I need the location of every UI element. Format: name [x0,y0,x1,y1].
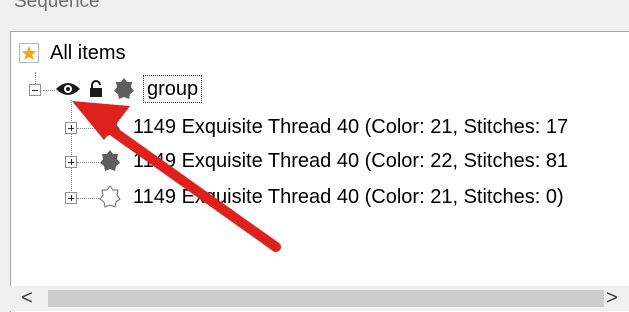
outline-shape-icon [99,185,121,209]
scroll-right-button[interactable]: > [599,286,625,311]
sequence-tree[interactable]: All items group 1149 Exquisite Thread 40… [10,31,629,312]
tree-node-label: group [143,75,203,103]
expand-toggle[interactable] [65,122,77,134]
tree-node-group[interactable]: group [55,74,203,104]
tree-node-label: All items [50,41,126,64]
expand-toggle[interactable] [65,156,77,168]
panel-title: Sequence [14,0,100,12]
horizontal-scrollbar[interactable]: < > [10,286,629,311]
tree-line [77,128,99,129]
expand-toggle[interactable] [65,192,77,204]
tree-line [77,162,99,163]
shape-icon [99,115,121,139]
tree-node-item[interactable]: 1149 Exquisite Thread 40 (Color: 21, Sti… [99,112,568,142]
tree-line [77,198,99,199]
tree-node-label: 1149 Exquisite Thread 40 (Color: 21, Sti… [133,185,564,208]
lock-icon[interactable] [89,80,103,98]
tree-node-all-items[interactable]: All items [19,38,126,68]
panel-header: Sequence [0,0,629,28]
shape-icon [113,77,135,101]
tree-line [71,100,72,201]
tree-node-item[interactable]: 1149 Exquisite Thread 40 (Color: 22, Sti… [99,146,568,176]
tree-node-item[interactable]: 1149 Exquisite Thread 40 (Color: 21, Sti… [99,182,564,212]
collapse-toggle[interactable] [29,84,41,96]
scroll-left-button[interactable]: < [14,286,40,311]
tree-line [43,90,55,91]
star-icon [19,43,39,63]
eye-icon[interactable] [55,81,81,97]
scroll-thumb[interactable] [48,290,604,307]
shape-icon [99,149,121,173]
tree-node-label: 1149 Exquisite Thread 40 (Color: 22, Sti… [133,149,569,172]
tree-node-label: 1149 Exquisite Thread 40 (Color: 21, Sti… [133,115,569,138]
